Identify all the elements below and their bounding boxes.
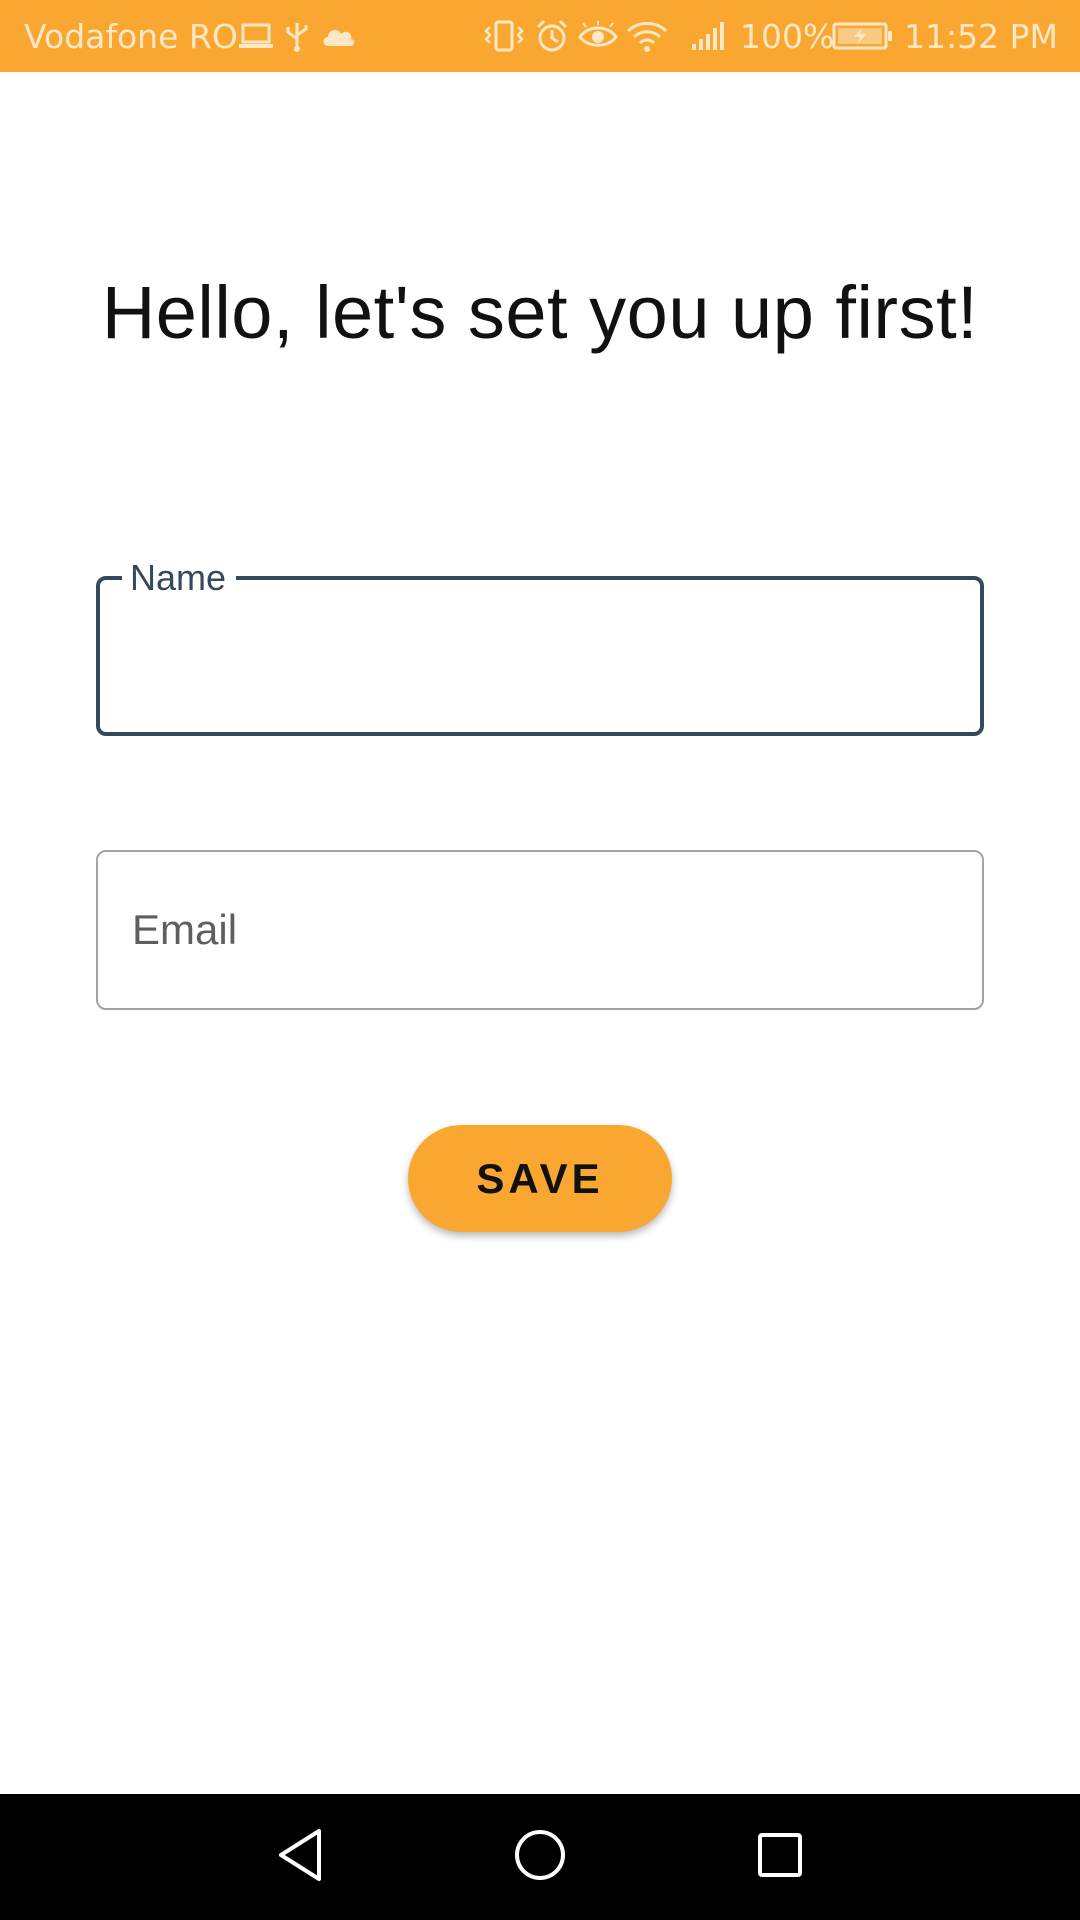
clock: 11:52 PM	[904, 16, 1058, 56]
status-bar: Vodafone RO 100% 11:52 PM	[0, 0, 1080, 72]
recent-apps-button[interactable]	[745, 1822, 815, 1892]
name-input[interactable]	[134, 620, 946, 696]
back-icon	[275, 1827, 325, 1888]
carrier-name: Vodafone RO	[24, 16, 238, 56]
battery-percent: 100%	[740, 16, 835, 56]
battery-charging-icon	[832, 0, 894, 72]
laptop-icon	[238, 21, 274, 51]
eye-icon	[578, 21, 618, 51]
navigation-bar	[0, 1794, 1080, 1920]
status-right-icons	[482, 0, 728, 72]
wifi-icon	[626, 19, 668, 53]
back-button[interactable]	[265, 1822, 335, 1892]
name-field-label: Name	[122, 556, 237, 600]
usb-icon	[284, 19, 310, 53]
recent-apps-icon	[756, 1831, 804, 1884]
alarm-icon	[534, 18, 570, 54]
signal-icon	[690, 20, 728, 52]
status-left-icons	[238, 0, 356, 72]
email-field[interactable]	[96, 850, 984, 1010]
save-button[interactable]: SAVE	[408, 1125, 672, 1232]
email-input[interactable]	[132, 892, 948, 968]
home-button[interactable]	[505, 1822, 575, 1892]
cloud-icon	[320, 24, 356, 48]
page-title: Hello, let's set you up first!	[101, 271, 979, 354]
home-icon	[513, 1828, 567, 1887]
name-field[interactable]: Name	[96, 556, 984, 736]
vibrate-icon	[482, 19, 526, 53]
